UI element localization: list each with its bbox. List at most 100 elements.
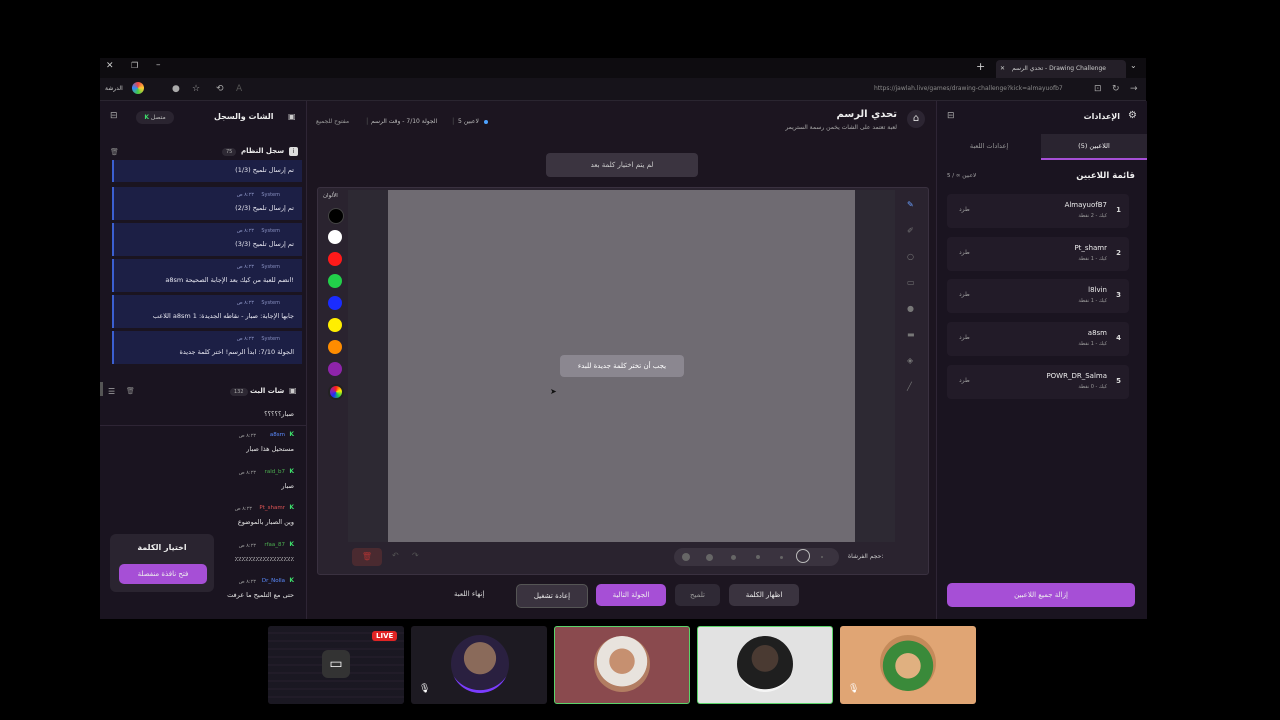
lock-icon: ⊡ [1094,84,1102,94]
brush-size-xs[interactable] [780,556,783,559]
filled-circle-tool-icon[interactable]: ● [907,304,914,313]
drawing-canvas[interactable]: يجب أن تختر كلمة جديدة للبدء ➤ [388,190,855,542]
color-swatch-green[interactable] [328,274,342,288]
rectangle-tool-icon[interactable]: ▭ [907,278,915,287]
game-mode: مفتوح للجميع [316,118,350,125]
log-sender: System [261,336,280,342]
kick-player-button[interactable]: طرد [959,334,970,341]
brush-size-m[interactable] [731,555,736,560]
color-swatch-orange[interactable] [328,340,342,354]
tab-players[interactable]: اللاعبين (5) [1041,134,1147,160]
connection-status: K متصل [136,111,174,124]
kick-badge-icon: K [289,504,294,511]
profile-avatar[interactable] [132,82,144,94]
redo-icon[interactable]: ↷ [412,551,419,560]
color-swatch-yellow[interactable] [328,318,342,332]
color-swatch-red[interactable] [328,252,342,266]
participant-tile[interactable] [697,626,833,704]
circle-tool-icon[interactable]: ○ [907,252,914,261]
chat-message-text: صبار؟؟؟؟؟ [264,410,294,418]
forward-icon[interactable]: → [1130,78,1138,100]
tab-bar: ✕ ❐ – + ✕ تحدي الرسم - Drawing Challenge… [100,58,1146,78]
participant-avatar [737,636,793,692]
player-name: POWR_DR_Salma [1046,372,1107,380]
online-dot [484,120,488,124]
tab-title: تحدي الرسم - Drawing Challenge [1012,65,1106,72]
chat-message-text: ٪٪٪٪٪٪٪٪٪٪٪٪٪٪٪٪٪ [234,555,294,563]
tab-game-settings[interactable]: إعدادات اللعبة [937,134,1041,158]
status-label: متصل [150,114,166,121]
restore-window-icon[interactable]: ❐ [131,61,138,70]
kick-logo-icon: K [144,114,149,121]
url-text[interactable]: https://jawlah.live/games/drawing-challe… [874,78,1088,100]
color-swatch-white[interactable] [328,230,342,244]
chat-message: K rald_b7 ٨:٢٣ ص صبار [114,468,294,494]
participant-tile[interactable]: 🎙 [411,626,547,704]
restart-button[interactable]: إعادة تشغيل [516,584,588,608]
mouse-cursor-icon: ➤ [550,387,557,396]
custom-color-picker[interactable] [328,384,344,400]
new-tab-icon[interactable]: + [976,60,985,73]
chat-username: Dr_Nolla [261,578,285,584]
settings-title: الإعدادات [1083,112,1120,121]
next-round-button[interactable]: الجولة التالية [596,584,666,606]
participant-tile[interactable] [554,626,690,704]
brush-size-xl[interactable] [682,553,690,561]
reload-icon[interactable]: ↻ [1112,78,1120,100]
player-rank: 4 [1116,334,1121,342]
color-swatch-purple[interactable] [328,362,342,376]
player-row: طرد AlmayuofB7 كيك - 2 نقطة 1 [947,194,1129,228]
chat-message-text: صبار [281,482,294,490]
tool-bar: ✎ ✐ ○ ▭ ● ▬ ◈ ╱ [899,190,923,400]
open-popup-window-button[interactable]: فتح نافذة منفصلة [119,564,207,584]
eraser-tool-icon[interactable]: ✐ [907,226,914,235]
clear-log-icon[interactable]: 🗑 [110,148,119,156]
extensions-icon[interactable]: ⟲ [216,78,224,100]
screen-share-tile[interactable]: ▭ LIVE [268,626,404,704]
player-rank: 3 [1116,291,1121,299]
collapse-panel-icon[interactable]: ⊟ [110,111,118,121]
fill-bucket-icon[interactable]: ◈ [907,356,913,365]
kick-player-button[interactable]: طرد [959,206,970,213]
log-message-text: الجولة 7/10: ابدأ الرسم! اختر كلمة جديدة [179,348,294,356]
brush-size-s[interactable] [756,555,760,559]
kick-player-button[interactable]: طرد [959,377,970,384]
filter-icon[interactable]: ☰ [108,387,115,396]
show-word-button[interactable]: اظهار الكلمة [729,584,799,606]
color-swatch-black[interactable] [328,208,344,224]
kick-player-button[interactable]: طرد [959,249,970,256]
participant-tile[interactable]: 🎙 [840,626,976,704]
brush-size-l[interactable] [706,554,713,561]
log-message: System ٨:٢٣ ص تم إرسال تلميح (2/3) [112,187,302,220]
system-log-count: 75 [222,148,237,156]
end-game-button[interactable]: إنهاء اللعبة [454,590,484,598]
undo-icon[interactable]: ↶ [392,551,399,560]
line-tool-icon[interactable]: ╱ [907,382,912,391]
read-aloud-icon[interactable]: A [236,78,242,100]
log-scrollbar[interactable] [100,382,103,396]
close-window-icon[interactable]: ✕ [106,61,114,71]
tab-close-icon[interactable]: ✕ [1000,60,1005,78]
kick-player-button[interactable]: طرد [959,291,970,298]
brush-size-xxs[interactable] [821,556,823,558]
player-points: كيك - 2 نقطة [1078,213,1107,219]
player-rank: 5 [1116,377,1121,385]
log-message: System ٨:٢٣ ص الجولة 7/10: ابدأ الرسم! ا… [112,331,302,364]
hint-button[interactable]: تلميح [675,584,720,606]
color-swatch-blue[interactable] [328,296,342,310]
tab-list-chevron-icon[interactable]: ⌄ [1130,61,1137,70]
filled-rect-tool-icon[interactable]: ▬ [907,330,915,339]
remove-all-players-button[interactable]: إزالة جميع اللاعبين [947,583,1135,607]
favorite-star-icon[interactable]: ☆ [192,78,200,100]
clear-canvas-icon[interactable]: 🗑 [352,548,382,566]
browser-tab[interactable]: ✕ تحدي الرسم - Drawing Challenge [996,60,1126,78]
account-icon[interactable]: ● [172,78,180,100]
clear-chat-icon[interactable]: 🗑 [126,387,135,395]
home-icon[interactable]: ⌂ [907,110,925,128]
chat-username: Pt_shamr [259,505,285,511]
minimize-window-icon[interactable]: – [156,60,161,70]
collapse-settings-icon[interactable]: ⊟ [947,111,955,121]
brush-size-selected[interactable] [796,549,810,563]
pen-tool-icon[interactable]: ✎ [907,200,914,209]
player-name: a8sm [1087,329,1107,337]
